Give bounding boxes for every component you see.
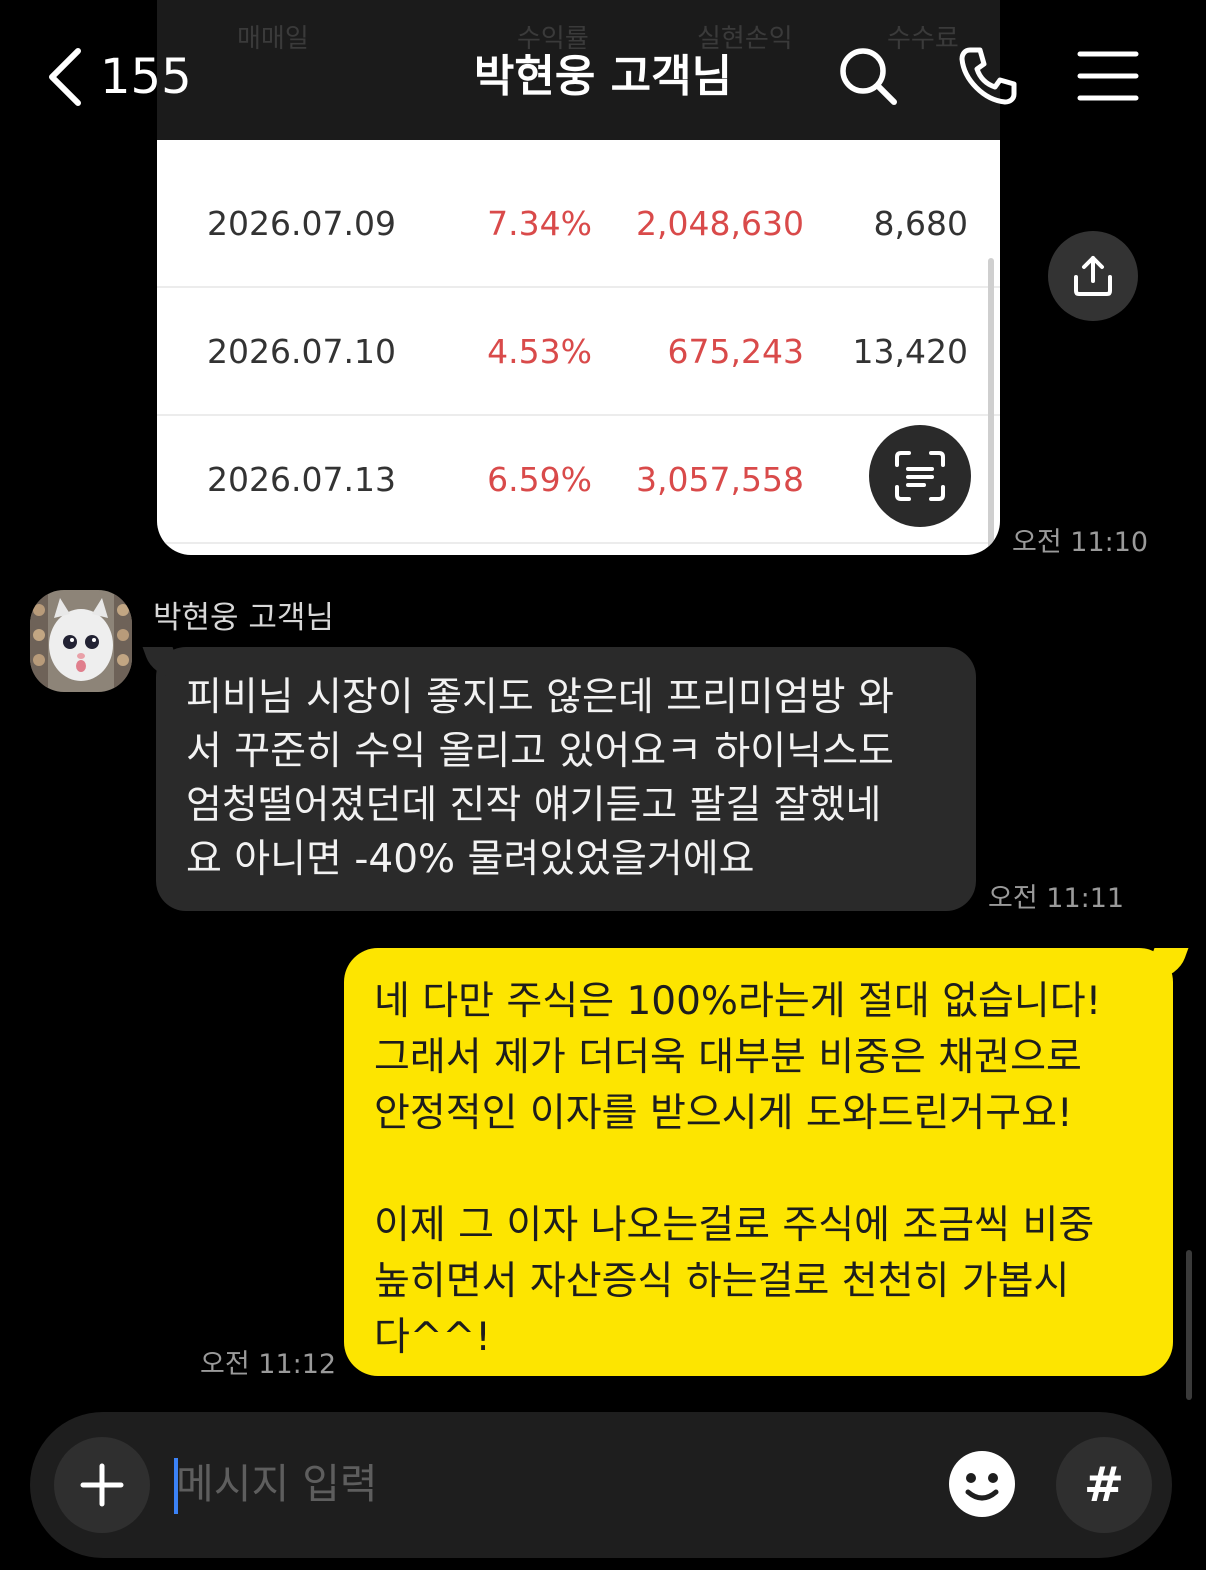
message-line: 요 아니면 -40% 물려있었을거에요 [186, 837, 755, 882]
trade-date: 2026.07.13 [207, 460, 396, 499]
message-time: 오전 11:12 [200, 1349, 337, 1380]
table-row: 2026.07.09 7.34% 2,048,630 8,680 [157, 158, 1000, 288]
message-time: 오전 11:11 [988, 883, 1125, 914]
sender-name: 박현웅 고객님 [153, 600, 334, 636]
attach-button[interactable] [54, 1437, 150, 1533]
incoming-message-bubble[interactable]: 피비님 시장이 좋지도 않은데 프리미엄방 와 서 꾸준히 수익 올리고 있어요… [156, 647, 976, 911]
outgoing-message-bubble[interactable]: 네 다만 주식은 100%라는게 절대 없습니다! 그래서 제가 더더욱 대부분… [344, 948, 1173, 1376]
search-icon [840, 48, 897, 105]
cat-avatar-icon [30, 590, 132, 692]
return-percent: 6.59% [487, 460, 592, 499]
avatar[interactable] [30, 590, 132, 692]
table-row: 2026.07.10 4.53% 675,243 13,420 [157, 286, 1000, 416]
message-line: 서 꾸준히 수익 올리고 있어요ㅋ 하이닉스도 [186, 729, 894, 774]
message-time: 오전 11:10 [1012, 527, 1149, 558]
plus-icon [80, 1463, 124, 1507]
text-scan-button[interactable] [869, 425, 971, 527]
fee-amount: 8,680 [873, 204, 968, 243]
menu-button[interactable] [1072, 40, 1144, 112]
trade-date: 2026.07.10 [207, 332, 396, 371]
message-line: 그래서 제가 더더욱 대부분 비중은 채권으로 [374, 1035, 1082, 1080]
message-input[interactable] [176, 1452, 916, 1516]
message-line: 이제 그 이자 나오는걸로 주식에 조금씩 비중 [374, 1203, 1095, 1248]
message-line: 안정적인 이자를 받으시게 도와드린거구요! [374, 1091, 1073, 1136]
chat-header: 155 박현웅 고객님 [0, 0, 1206, 150]
trade-date: 2026.07.09 [207, 204, 396, 243]
call-button[interactable] [952, 40, 1024, 112]
message-line: 엄청떨어졌던데 진작 얘기듣고 팔길 잘했네 [186, 783, 882, 828]
return-percent: 4.53% [487, 332, 592, 371]
profit-amount: 675,243 [667, 332, 804, 371]
profit-amount: 2,048,630 [636, 204, 804, 243]
search-button[interactable] [832, 40, 904, 112]
smiley-icon [949, 1451, 1015, 1517]
hamburger-menu-icon [1077, 51, 1139, 101]
emoji-button[interactable] [942, 1444, 1022, 1524]
message-line: 피비님 시장이 좋지도 않은데 프리미엄방 와 [186, 675, 894, 720]
message-line: 다^^! [374, 1315, 491, 1360]
message-line: 높히면서 자산증식 하는걸로 천천히 가봅시 [374, 1259, 1070, 1304]
phone-icon [959, 47, 1017, 105]
hashtag-button[interactable]: # [1056, 1437, 1152, 1533]
image-scrollbar [988, 258, 994, 548]
share-button[interactable] [1048, 231, 1138, 321]
message-line: 네 다만 주식은 100%라는게 절대 없습니다! [374, 979, 1102, 1024]
fee-amount: 13,420 [852, 332, 968, 371]
return-percent: 7.34% [487, 204, 592, 243]
share-icon [1074, 256, 1112, 296]
chat-title: 박현웅 고객님 [473, 51, 733, 102]
chat-scrollbar[interactable] [1186, 1250, 1192, 1400]
scan-text-icon [895, 451, 945, 501]
profit-amount: 3,057,558 [636, 460, 804, 499]
